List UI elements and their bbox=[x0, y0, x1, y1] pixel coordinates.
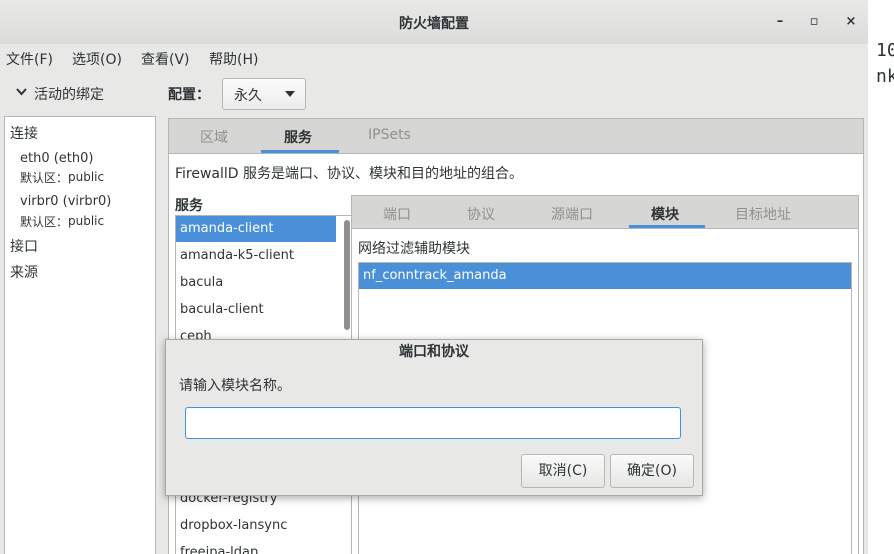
active-tab-indicator bbox=[261, 150, 339, 153]
minimize-icon[interactable]: – bbox=[772, 14, 788, 30]
menu-view[interactable]: 查看(V) bbox=[141, 49, 190, 69]
config-value: 永久 bbox=[234, 88, 262, 104]
cancel-button[interactable]: 取消(C) bbox=[521, 454, 605, 488]
module-name-input[interactable] bbox=[185, 407, 681, 439]
list-item[interactable]: freeipa-ldap bbox=[176, 540, 336, 554]
menu-file[interactable]: 文件(F) bbox=[6, 49, 53, 69]
main-tabs: 区域 服务 IPSets bbox=[169, 119, 863, 154]
services-description: FirewallD 服务是端口、协议、模块和目的地址的组合。 bbox=[175, 166, 524, 182]
active-bindings-toggle[interactable]: 活动的绑定 bbox=[0, 76, 160, 112]
list-item[interactable]: bacula-client bbox=[176, 297, 336, 323]
list-item[interactable]: amanda-client bbox=[176, 216, 336, 242]
active-bindings-label: 活动的绑定 bbox=[34, 87, 104, 103]
active-bindings-panel: 连接 eth0 (eth0) 默认区： public virbr0 (virbr… bbox=[4, 116, 156, 554]
connection-zone-value: public bbox=[68, 214, 105, 228]
list-item[interactable]: amanda-k5-client bbox=[176, 243, 336, 269]
maximize-icon[interactable]: ▫ bbox=[806, 14, 822, 30]
tab-destinations[interactable]: 目标地址 bbox=[735, 204, 791, 224]
modules-label: 网络过滤辅助模块 bbox=[358, 241, 470, 257]
service-detail-tabs: 端口 协议 源端口 模块 目标地址 bbox=[352, 196, 858, 229]
list-item[interactable]: bacula bbox=[176, 270, 336, 296]
dialog-title: 端口和协议 bbox=[399, 344, 469, 360]
menu-help[interactable]: 帮助(H) bbox=[209, 49, 258, 69]
services-scrollbar[interactable] bbox=[344, 220, 350, 330]
connection-zone-value: public bbox=[68, 170, 105, 184]
interfaces-heading[interactable]: 接口 bbox=[10, 236, 38, 256]
background-terminal: 10 nk> bbox=[868, 36, 894, 554]
connection-zone-label: 默认区： bbox=[20, 171, 69, 185]
active-tab-indicator bbox=[629, 225, 705, 228]
terminal-text-2: nk> bbox=[876, 66, 894, 87]
titlebar[interactable]: 防火墙配置 – ▫ × bbox=[0, 0, 868, 45]
list-item[interactable]: dropbox-lansync bbox=[176, 513, 336, 539]
dialog-message: 请输入模块名称。 bbox=[179, 378, 291, 394]
connection-name[interactable]: eth0 (eth0) bbox=[20, 151, 94, 166]
tab-protocols[interactable]: 协议 bbox=[467, 204, 495, 224]
window-title: 防火墙配置 bbox=[399, 16, 469, 32]
connections-heading[interactable]: 连接 bbox=[10, 123, 38, 143]
connection-zone-label: 默认区： bbox=[20, 215, 69, 229]
config-label: 配置： bbox=[168, 87, 210, 103]
menubar: 文件(F) 选项(O) 查看(V) 帮助(H) bbox=[0, 44, 868, 72]
close-icon[interactable]: × bbox=[843, 14, 859, 30]
connection-name[interactable]: virbr0 (virbr0) bbox=[20, 194, 111, 209]
module-name-dialog: 端口和协议 请输入模块名称。 取消(C) 确定(O) bbox=[165, 339, 703, 496]
tab-zones[interactable]: 区域 bbox=[200, 127, 228, 147]
tab-ports[interactable]: 端口 bbox=[383, 204, 411, 224]
list-item[interactable]: nf_conntrack_amanda bbox=[359, 263, 851, 289]
tab-modules[interactable]: 模块 bbox=[651, 204, 679, 224]
sources-heading[interactable]: 来源 bbox=[10, 262, 38, 282]
terminal-text-1: 10 bbox=[876, 40, 894, 61]
ok-button[interactable]: 确定(O) bbox=[610, 454, 694, 488]
tab-ipsets[interactable]: IPSets bbox=[368, 127, 411, 143]
services-heading: 服务 bbox=[175, 198, 203, 214]
tab-services[interactable]: 服务 bbox=[284, 127, 312, 147]
chevron-down-icon bbox=[16, 85, 27, 99]
menu-options[interactable]: 选项(O) bbox=[72, 49, 122, 69]
tab-source-ports[interactable]: 源端口 bbox=[551, 204, 593, 224]
dropdown-arrow-icon bbox=[285, 91, 295, 97]
config-dropdown[interactable]: 永久 bbox=[222, 78, 306, 110]
